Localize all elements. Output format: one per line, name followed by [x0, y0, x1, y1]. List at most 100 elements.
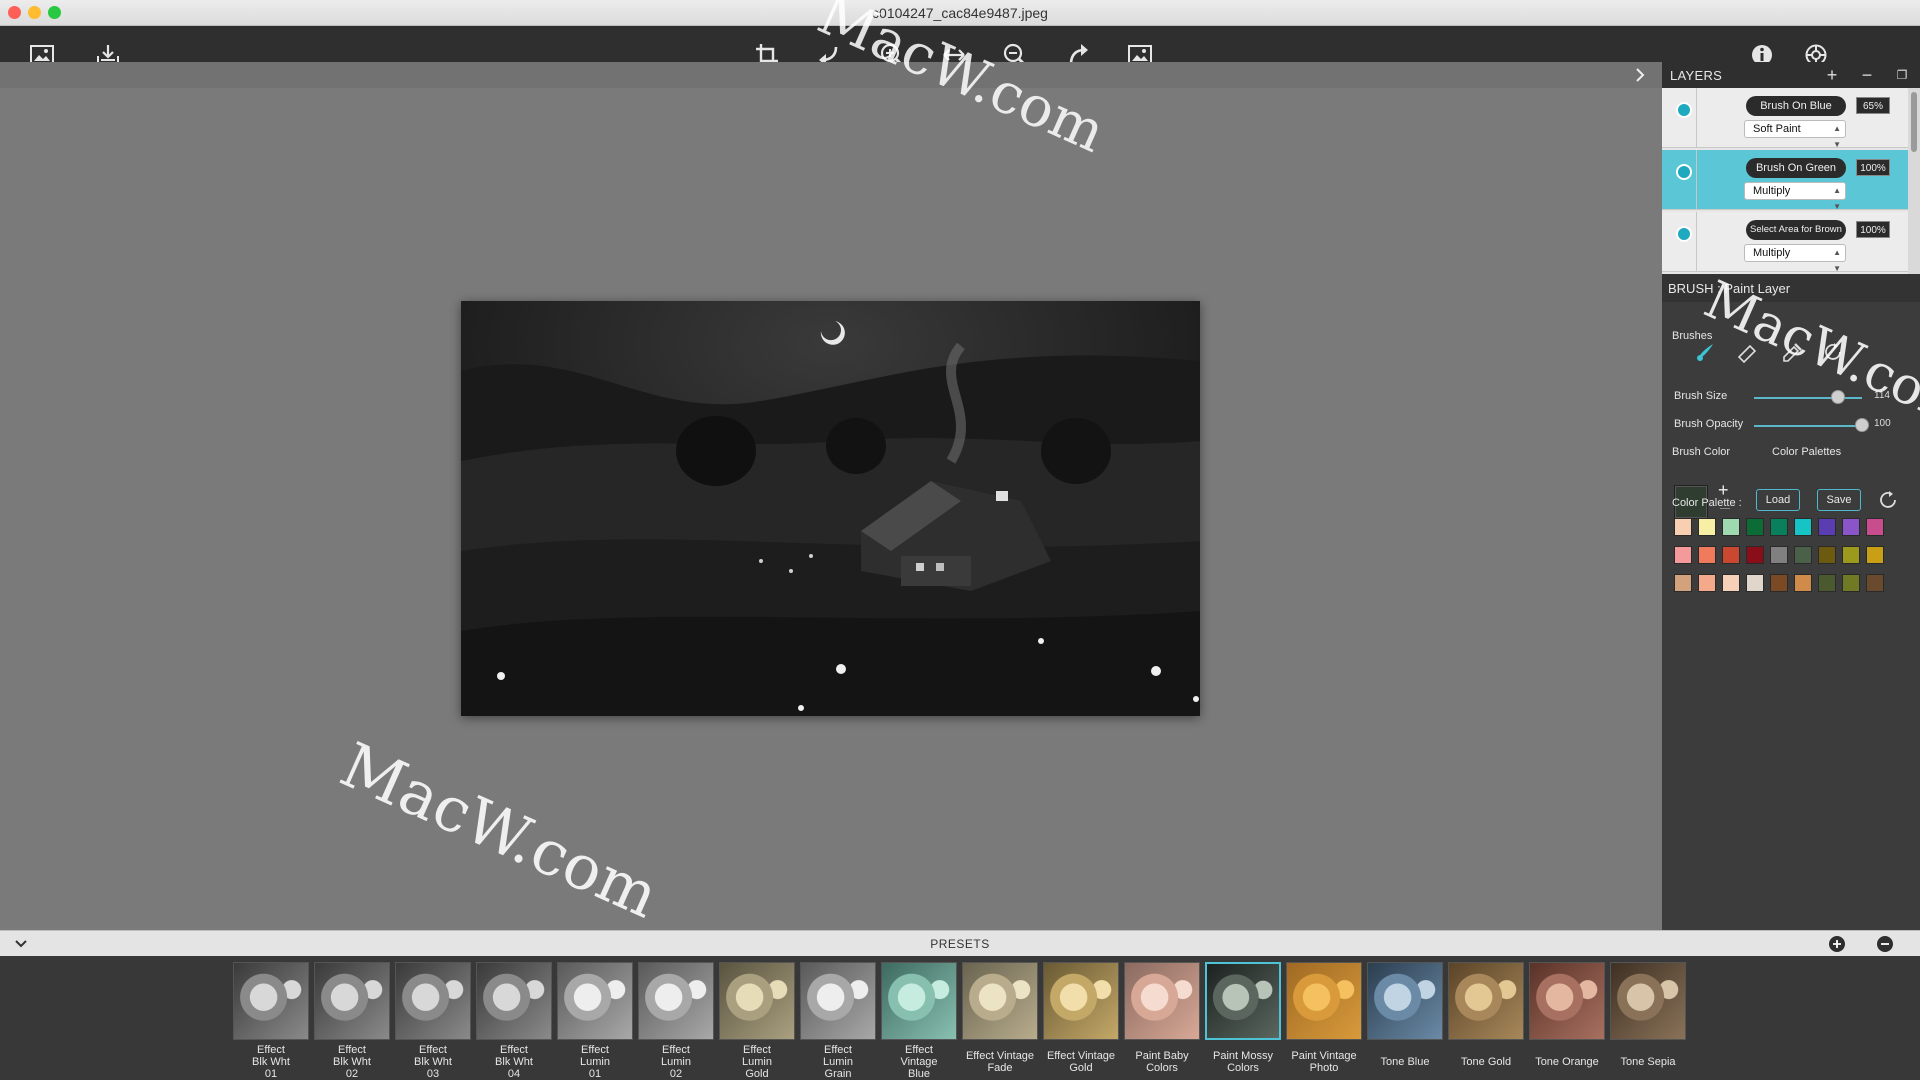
layer-visibility-toggle[interactable]: [1676, 102, 1692, 118]
preset-item[interactable]: Tone Gold: [1447, 962, 1525, 1080]
preset-thumbnail[interactable]: [1043, 962, 1119, 1040]
palette-swatch[interactable]: [1698, 518, 1716, 536]
collapse-panel-icon[interactable]: [1630, 65, 1650, 85]
layer-row[interactable]: Select Area for Brown 100% Multiply ▲ ▼: [1662, 212, 1908, 273]
layer-name[interactable]: Brush On Green: [1746, 158, 1846, 178]
add-layer-button[interactable]: +: [1822, 65, 1842, 85]
preset-item[interactable]: Effect Lumin Grain: [799, 962, 877, 1080]
palette-swatch[interactable]: [1818, 518, 1836, 536]
preset-thumbnail[interactable]: [719, 962, 795, 1040]
layer-row-selected[interactable]: Brush On Green 100% Multiply ▲ ▼: [1662, 150, 1908, 211]
palette-swatch[interactable]: [1842, 574, 1860, 592]
preset-thumbnail[interactable]: [233, 962, 309, 1040]
preset-item[interactable]: Effect Lumin 01: [556, 962, 634, 1080]
preset-item[interactable]: Effect Vintage Fade: [961, 962, 1039, 1080]
brush-size-knob[interactable]: [1831, 390, 1846, 404]
palette-swatch[interactable]: [1674, 518, 1692, 536]
preset-item[interactable]: Paint Mossy Colors: [1204, 962, 1282, 1080]
layer-opacity[interactable]: 100%: [1856, 159, 1890, 176]
layer-divider: [1696, 88, 1697, 148]
preset-thumbnail[interactable]: [962, 962, 1038, 1040]
palette-swatch[interactable]: [1794, 546, 1812, 564]
palette-swatch[interactable]: [1794, 574, 1812, 592]
palette-swatch[interactable]: [1866, 574, 1884, 592]
palette-swatch[interactable]: [1698, 546, 1716, 564]
preset-item[interactable]: Effect Blk Wht 03: [394, 962, 472, 1080]
preset-item[interactable]: Effect Vintage Gold: [1042, 962, 1120, 1080]
preset-item[interactable]: Effect Blk Wht 01: [232, 962, 310, 1080]
layer-name[interactable]: Brush On Blue: [1746, 96, 1846, 116]
remove-layer-button[interactable]: −: [1857, 65, 1877, 85]
preset-item[interactable]: Effect Blk Wht 04: [475, 962, 553, 1080]
layer-blend-select[interactable]: Soft Paint ▲ ▼: [1744, 120, 1846, 149]
eyedropper-icon[interactable]: [1776, 338, 1806, 366]
preset-thumbnail[interactable]: [1205, 962, 1281, 1040]
eraser-brush-icon[interactable]: [1732, 338, 1762, 366]
brush-size-slider[interactable]: [1754, 397, 1862, 399]
palette-swatch[interactable]: [1746, 518, 1764, 536]
edited-photo[interactable]: [461, 301, 1200, 716]
layer-row[interactable]: Brush On Blue 65% Soft Paint ▲ ▼: [1662, 88, 1908, 149]
add-preset-icon[interactable]: [1828, 935, 1846, 953]
remove-preset-icon[interactable]: [1876, 935, 1894, 953]
brush-opacity-knob[interactable]: [1855, 418, 1869, 432]
palette-swatch[interactable]: [1674, 574, 1692, 592]
layer-visibility-toggle[interactable]: [1676, 164, 1692, 180]
palette-swatch[interactable]: [1770, 574, 1788, 592]
palette-swatch[interactable]: [1722, 518, 1740, 536]
preset-item[interactable]: Effect Lumin Gold: [718, 962, 796, 1080]
preset-item[interactable]: Tone Sepia: [1609, 962, 1687, 1080]
preset-item[interactable]: Tone Orange: [1528, 962, 1606, 1080]
palette-swatch[interactable]: [1818, 574, 1836, 592]
preset-item[interactable]: Effect Lumin 02: [637, 962, 715, 1080]
layer-blend-select[interactable]: Multiply ▲ ▼: [1744, 244, 1846, 273]
preset-item[interactable]: Tone Blue: [1366, 962, 1444, 1080]
palette-swatch[interactable]: [1746, 546, 1764, 564]
palette-swatch[interactable]: [1866, 518, 1884, 536]
preset-thumbnail[interactable]: [476, 962, 552, 1040]
palette-swatch[interactable]: [1722, 574, 1740, 592]
reset-brush-icon[interactable]: [1818, 338, 1848, 366]
layer-opacity[interactable]: 65%: [1856, 97, 1890, 114]
preset-item[interactable]: Effect Blk Wht 02: [313, 962, 391, 1080]
preset-thumbnail[interactable]: [638, 962, 714, 1040]
preset-thumbnail[interactable]: [800, 962, 876, 1040]
preset-thumbnail[interactable]: [1367, 962, 1443, 1040]
preset-thumbnail[interactable]: [1529, 962, 1605, 1040]
palette-swatch[interactable]: [1770, 546, 1788, 564]
palette-swatch[interactable]: [1842, 518, 1860, 536]
preset-item[interactable]: Paint Vintage Photo: [1285, 962, 1363, 1080]
preset-thumbnail[interactable]: [1286, 962, 1362, 1040]
palette-swatch[interactable]: [1746, 574, 1764, 592]
palette-swatch[interactable]: [1818, 546, 1836, 564]
image-canvas[interactable]: MacW.com: [0, 88, 1662, 932]
palette-swatch[interactable]: [1698, 574, 1716, 592]
palette-swatch[interactable]: [1866, 546, 1884, 564]
preset-item[interactable]: Paint Baby Colors: [1123, 962, 1201, 1080]
palette-swatch[interactable]: [1674, 546, 1692, 564]
load-palette-button[interactable]: Load: [1756, 489, 1800, 511]
preset-thumbnail[interactable]: [557, 962, 633, 1040]
preset-item[interactable]: Effect Vintage Blue: [880, 962, 958, 1080]
preset-thumbnail[interactable]: [395, 962, 471, 1040]
palette-swatch[interactable]: [1842, 546, 1860, 564]
layers-scrollbar[interactable]: [1908, 88, 1920, 274]
paint-brush-icon[interactable]: [1690, 338, 1720, 366]
preset-thumbnail[interactable]: [881, 962, 957, 1040]
preset-thumbnail[interactable]: [314, 962, 390, 1040]
layer-blend-select[interactable]: Multiply ▲ ▼: [1744, 182, 1846, 211]
scrollbar-thumb[interactable]: [1911, 92, 1917, 152]
save-palette-button[interactable]: Save: [1817, 489, 1861, 511]
preset-thumbnail[interactable]: [1124, 962, 1200, 1040]
layer-opacity[interactable]: 100%: [1856, 221, 1890, 238]
layer-name[interactable]: Select Area for Brown: [1746, 220, 1846, 240]
palette-swatch[interactable]: [1794, 518, 1812, 536]
palette-swatch[interactable]: [1770, 518, 1788, 536]
preset-thumbnail[interactable]: [1448, 962, 1524, 1040]
palette-swatch[interactable]: [1722, 546, 1740, 564]
duplicate-layer-icon[interactable]: ❐: [1892, 65, 1912, 85]
reset-palette-icon[interactable]: [1873, 486, 1903, 514]
brush-opacity-slider[interactable]: [1754, 425, 1862, 427]
layer-visibility-toggle[interactable]: [1676, 226, 1692, 242]
preset-thumbnail[interactable]: [1610, 962, 1686, 1040]
